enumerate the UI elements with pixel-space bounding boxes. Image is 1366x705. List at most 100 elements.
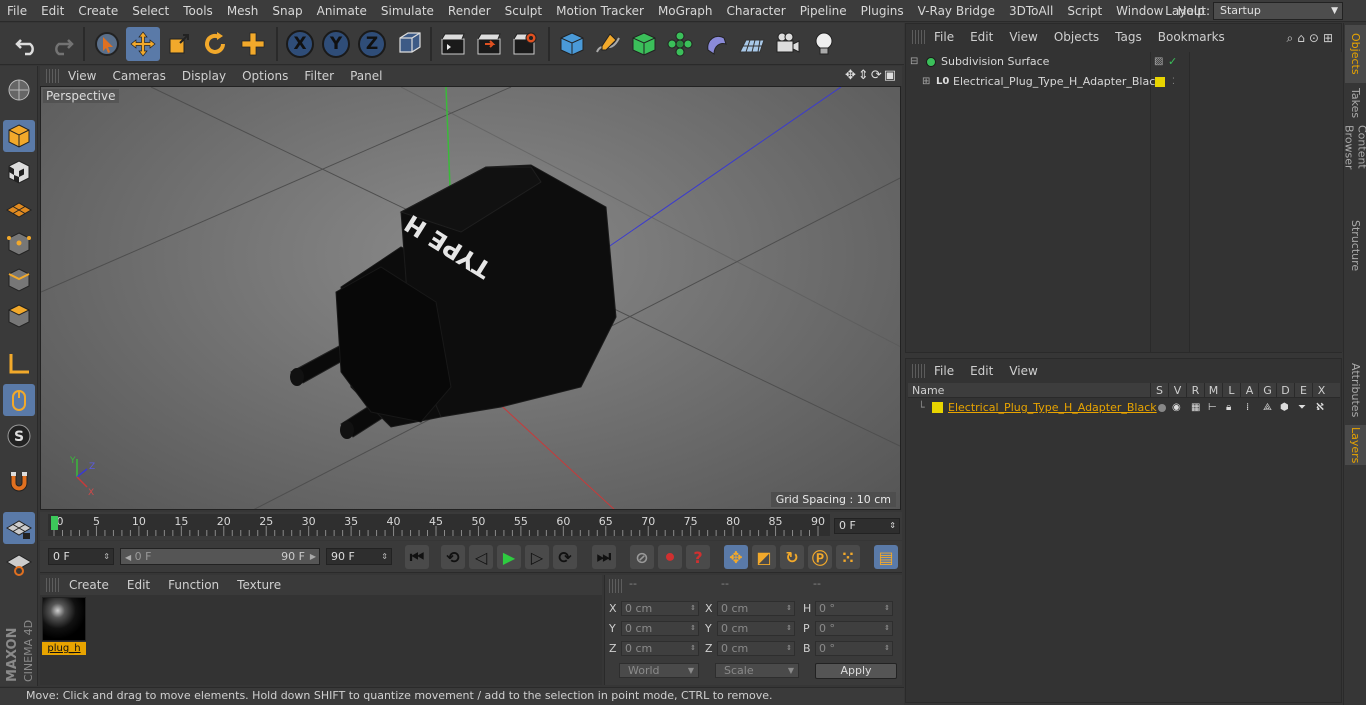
redo-button[interactable] (45, 27, 79, 61)
tweak-mode-button[interactable] (3, 384, 35, 416)
viewport-menu-options[interactable]: Options (234, 69, 296, 83)
render-to-picture-viewer-button[interactable] (472, 27, 506, 61)
pos-x-field[interactable]: 0 cm ⇕ (621, 601, 699, 616)
expand-plus-icon[interactable]: ⊞ (922, 72, 930, 92)
x-axis-lock-button[interactable]: X (286, 30, 314, 58)
animation-icon[interactable]: ⁞ (1246, 399, 1249, 416)
layer-col-generators[interactable]: G (1258, 383, 1276, 398)
make-editable-button[interactable] (3, 74, 35, 106)
layer-col-manager[interactable]: M (1204, 383, 1222, 398)
menu-snap[interactable]: Snap (265, 0, 309, 22)
material-menu-create[interactable]: Create (60, 578, 118, 592)
texture-mode-button[interactable] (3, 156, 35, 188)
add-light-button[interactable] (807, 27, 841, 61)
layer-col-deformers[interactable]: D (1276, 383, 1294, 398)
layer-name-header[interactable]: Name (912, 383, 944, 398)
size-y-field[interactable]: 0 cm ⇕ (717, 621, 795, 636)
tab-layers[interactable]: Layers (1345, 425, 1366, 465)
enable-axis-button[interactable] (3, 348, 35, 380)
render-settings-button[interactable] (508, 27, 542, 61)
viewport-menu-panel[interactable]: Panel (342, 69, 390, 83)
previous-key-button[interactable]: ⟲ (441, 545, 465, 569)
material-thumbnail[interactable] (42, 597, 86, 641)
rot-h-field[interactable]: 0 ° ⇕ (815, 601, 893, 616)
layer-col-view[interactable]: V (1168, 383, 1186, 398)
frame-range-slider[interactable]: ◀ 0 F 90 F ▶ (120, 548, 320, 565)
visibility-dots-icon[interactable]: ⁚ (1172, 72, 1175, 92)
pos-z-field[interactable]: 0 cm ⇕ (621, 641, 699, 656)
menu-tools[interactable]: Tools (176, 0, 220, 22)
tab-content-browser[interactable]: Content Browser (1343, 121, 1366, 213)
menu-simulate[interactable]: Simulate (374, 0, 441, 22)
manager-icon[interactable]: ⊢ (1208, 399, 1217, 416)
solo-dot-icon[interactable] (1158, 404, 1166, 412)
size-x-field[interactable]: 0 cm ⇕ (717, 601, 795, 616)
move-tool-button[interactable] (126, 27, 160, 61)
layer-col-solo[interactable]: S (1150, 383, 1168, 398)
points-mode-button[interactable] (3, 228, 35, 260)
menu-plugins[interactable]: Plugins (854, 0, 911, 22)
size-z-field[interactable]: 0 cm ⇕ (717, 641, 795, 656)
playhead-marker[interactable] (51, 516, 58, 530)
start-frame-field[interactable]: 0 F ⇕ (48, 548, 114, 565)
end-frame-field[interactable]: 90 F ⇕ (326, 548, 392, 565)
panel-grip-icon[interactable] (912, 30, 926, 44)
objects-menu-edit[interactable]: Edit (962, 30, 1001, 44)
enabled-check-icon[interactable]: ✓ (1168, 52, 1177, 72)
viewport-menu-filter[interactable]: Filter (296, 69, 342, 83)
keyframe-selection-button[interactable]: ? (686, 545, 710, 569)
tab-objects[interactable]: Objects (1345, 25, 1366, 83)
polygons-mode-button[interactable] (3, 300, 35, 332)
viewport-menu-view[interactable]: View (60, 69, 104, 83)
layer-row[interactable]: └ Electrical_Plug_Type_H_Adapter_Black ◉… (908, 399, 1340, 416)
layer-col-xref[interactable]: X (1312, 383, 1330, 398)
edges-mode-button[interactable] (3, 264, 35, 296)
objects-menu-objects[interactable]: Objects (1046, 30, 1107, 44)
menu-pipeline[interactable]: Pipeline (793, 0, 854, 22)
layer-tag-icon[interactable]: ▨ (1154, 52, 1163, 72)
add-mograph-button[interactable] (663, 27, 697, 61)
viewport-nav-icons[interactable]: ✥⇕⟳▣ (845, 68, 898, 83)
objects-menu-view[interactable]: View (1001, 30, 1045, 44)
key-pla-button[interactable]: ⁙ (836, 545, 860, 569)
key-position-button[interactable]: ✥ (724, 545, 748, 569)
tab-attributes[interactable]: Attributes (1345, 359, 1366, 421)
menu-select[interactable]: Select (125, 0, 176, 22)
layers-menu-file[interactable]: File (926, 364, 962, 378)
previous-frame-button[interactable]: ◁ (469, 545, 493, 569)
add-cube-button[interactable] (555, 27, 589, 61)
panel-grip-icon[interactable] (46, 578, 60, 592)
object-row-plug[interactable]: ⊞ L0 Electrical_Plug_Type_H_Adapter_Blac… (906, 72, 1343, 92)
menu-window[interactable]: Window (1109, 0, 1170, 22)
scale-tool-button[interactable] (162, 27, 196, 61)
expression-icon[interactable]: ⏷ (1298, 399, 1306, 416)
menu-motion-tracker[interactable]: Motion Tracker (549, 0, 651, 22)
layer-col-render[interactable]: R (1186, 383, 1204, 398)
timeline-window-button[interactable]: ▤ (874, 545, 898, 569)
material-menu-function[interactable]: Function (159, 578, 228, 592)
layers-menu-view[interactable]: View (1001, 364, 1045, 378)
workplane-lock-button[interactable] (3, 512, 35, 544)
xref-icon[interactable]: ℵ (1316, 399, 1324, 416)
generator-icon[interactable]: ⟁ (1263, 399, 1272, 416)
objects-menu-bookmarks[interactable]: Bookmarks (1150, 30, 1233, 44)
render-clapper-icon[interactable]: ▦ (1191, 399, 1200, 416)
layers-menu-edit[interactable]: Edit (962, 364, 1001, 378)
rot-b-field[interactable]: 0 ° ⇕ (815, 641, 893, 656)
tab-takes[interactable]: Takes (1345, 87, 1366, 119)
menu-sculpt[interactable]: Sculpt (498, 0, 549, 22)
layer-name[interactable]: Electrical_Plug_Type_H_Adapter_Black (948, 399, 1157, 416)
panel-grip-icon[interactable] (912, 364, 926, 378)
layer-col-locked[interactable]: L (1222, 383, 1240, 398)
viewport-menu-cameras[interactable]: Cameras (104, 69, 173, 83)
solo-mode-button[interactable]: S (3, 420, 35, 452)
size-mode-dropdown[interactable]: Scale ▼ (715, 663, 799, 678)
next-key-button[interactable]: ⟳ (553, 545, 577, 569)
menu-vray-bridge[interactable]: V-Ray Bridge (911, 0, 1002, 22)
apply-button[interactable]: Apply (815, 663, 897, 679)
add-pen-button[interactable] (591, 27, 625, 61)
timeline-ruler[interactable]: 0 5 10 15 20 25 30 35 40 45 50 55 60 65 70 75 80 85 90 0 F… (40, 512, 902, 540)
panel-grip-icon[interactable] (609, 579, 623, 593)
layer-col-animation[interactable]: A (1240, 383, 1258, 398)
play-button[interactable]: ▶ (497, 545, 521, 569)
